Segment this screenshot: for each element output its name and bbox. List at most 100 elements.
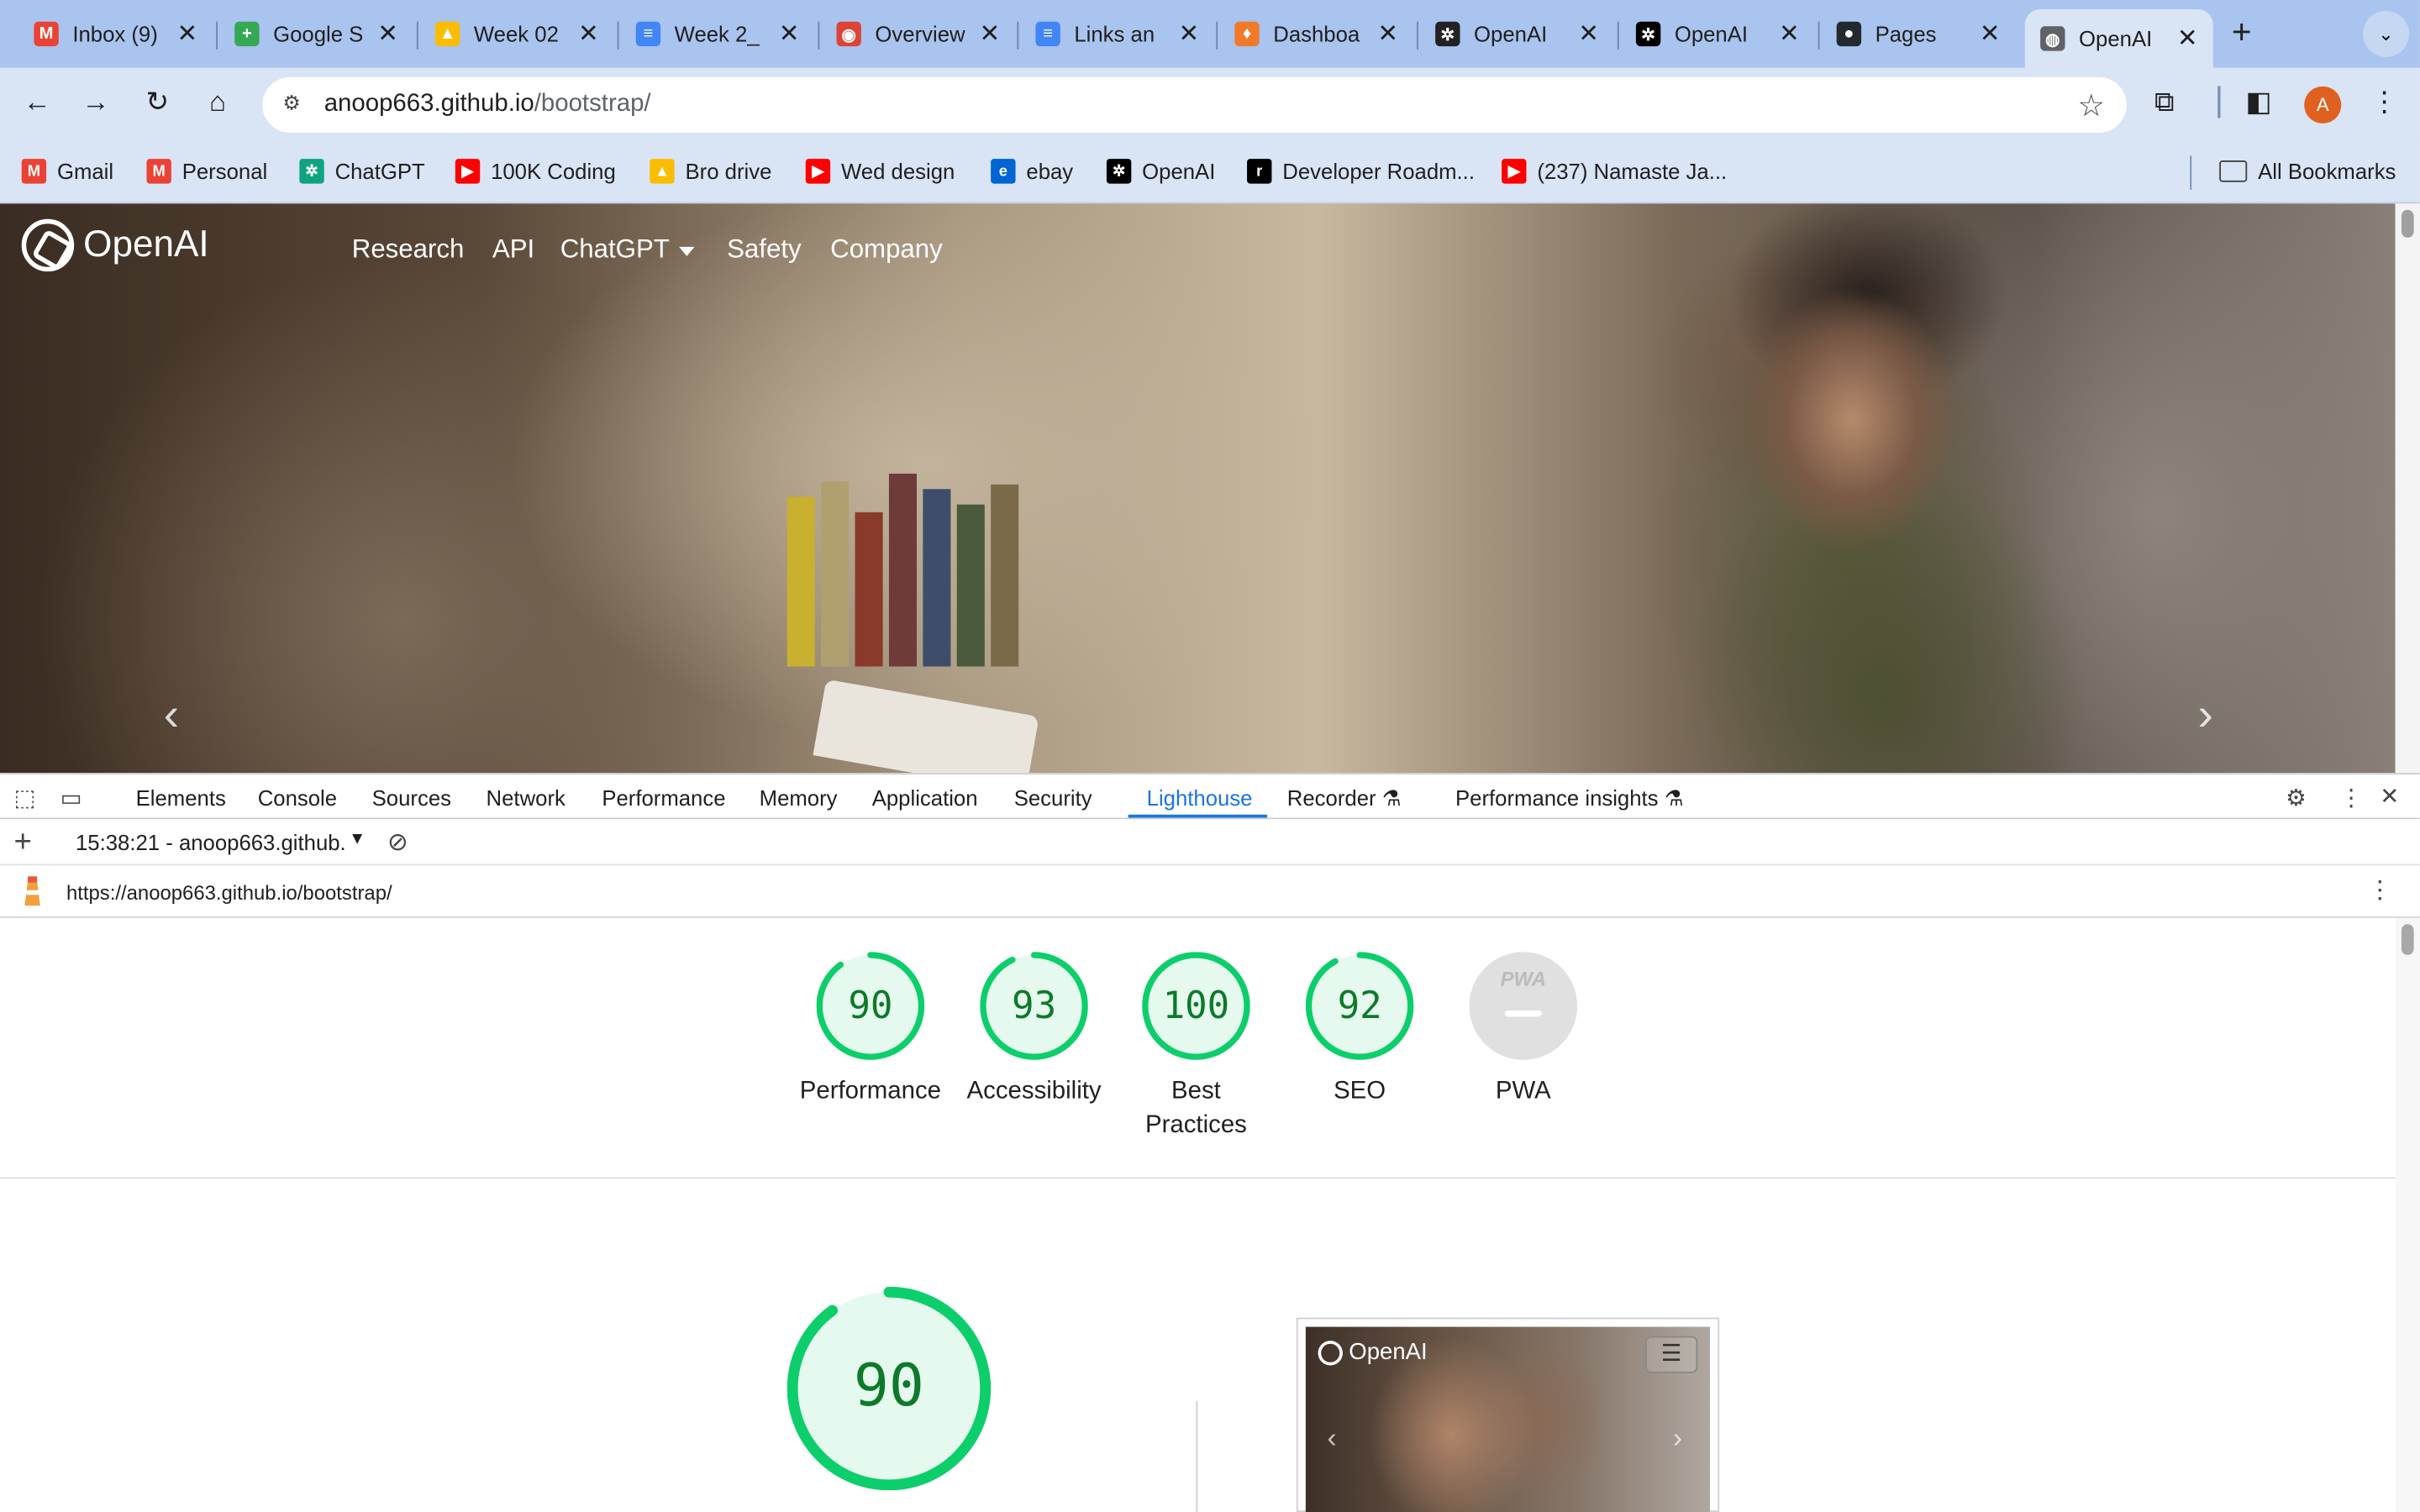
devtools-tab-performance-insights[interactable]: Performance insights ⚗ [1455,785,1684,811]
report-selector[interactable]: 15:38:21 - anoop663.github.io [76,830,345,854]
nav-api[interactable]: API [492,234,534,265]
new-report-plus-icon[interactable]: + [14,826,32,861]
forward-icon[interactable]: → [77,87,114,119]
tab-close-icon[interactable]: ✕ [779,18,800,50]
bookmark-item[interactable]: r Developer Roadm... [1247,159,1475,184]
browser-tab[interactable]: ✲ OpenAI ✕ [1621,9,1815,59]
tab-close-icon[interactable]: ✕ [1779,18,1800,50]
side-panel-icon[interactable]: ◧ [2245,87,2271,119]
devtools-more-icon[interactable]: ⋮ [2339,784,2363,811]
score-gauge-best-practices[interactable]: 100 Best Practices [1111,952,1281,1143]
browser-tab[interactable]: ◉ Overview ✕ [821,9,1015,59]
reload-icon[interactable]: ↻ [139,87,176,119]
bookmark-item[interactable]: ✲ OpenAI [1106,159,1215,184]
chevron-down-icon [678,245,695,256]
thumbnail-logo-text: OpenAI [1349,1339,1428,1366]
report-url-bar: https://anoop663.github.io/bootstrap/ ⋮ [0,865,2420,918]
devtools-scrollbar-thumb[interactable] [2401,924,2414,955]
home-icon[interactable]: ⌂ [199,87,236,119]
browser-tab[interactable]: + Google S ✕ [219,9,413,59]
browser-tab[interactable]: ✲ OpenAI ✕ [1420,9,1614,59]
tab-close-icon[interactable]: ✕ [1980,18,2001,50]
folder-icon [2219,160,2248,182]
profile-avatar[interactable]: A [2304,86,2342,123]
report-dropdown-icon[interactable]: ▼ [349,830,366,848]
score-label: Performance [799,1078,942,1105]
devtools-tab-security[interactable]: Security [1014,785,1092,810]
extensions-icon[interactable]: ⧉ [2154,87,2175,119]
bookmark-star-icon[interactable]: ☆ [2077,87,2105,125]
bookmark-item[interactable]: M Gmail [21,159,113,184]
page-screenshot-thumbnail[interactable]: OpenAI ☰ ‹ › [1296,1317,1720,1512]
page-scrollbar-thumb[interactable] [2401,209,2414,238]
devtools-tab-application[interactable]: Application [872,785,978,810]
tab-close-icon[interactable]: ✕ [980,18,1001,50]
tab-close-icon[interactable]: ✕ [377,18,398,50]
bookmark-label: Personal [182,159,268,184]
score-gauge-seo[interactable]: 92 SEO [1275,952,1444,1109]
report-menu-icon[interactable]: ⋮ [2367,874,2391,906]
tab-title: Inbox (9) [72,21,158,47]
tab-close-icon[interactable]: ✕ [2177,24,2198,55]
device-toolbar-icon[interactable]: ▭ [60,784,82,811]
devtools-scrollbar[interactable] [2395,917,2420,1512]
new-tab-button[interactable]: + [2232,13,2252,53]
devtools-tab-lighthouse[interactable]: Lighthouse [1147,785,1253,810]
clear-reports-icon[interactable]: ⊘ [387,827,408,858]
site-logo[interactable]: OpenAI [21,218,209,272]
devtools-tab-performance[interactable]: Performance [602,785,725,810]
menu-kebab-icon[interactable]: ⋮ [2370,87,2398,119]
browser-tab[interactable]: ◍ OpenAI ✕ [2024,9,2213,68]
bookmark-item[interactable]: ▶ 100K Coding [455,159,616,184]
devtools-tab-recorder[interactable]: Recorder ⚗ [1287,785,1402,811]
browser-tab[interactable]: ● Pages ✕ [1821,9,2015,59]
devtools-tab-console[interactable]: Console [258,785,337,810]
tab-close-icon[interactable]: ✕ [176,18,197,50]
score-gauge-pwa[interactable]: PWA PWA [1439,952,1608,1109]
bookmark-item[interactable]: e ebay [991,159,1073,184]
bookmark-item[interactable]: ✲ ChatGPT [299,159,425,184]
nav-chatgpt-dropdown[interactable]: ChatGPT [560,234,695,265]
devtools-tab-memory[interactable]: Memory [760,785,838,810]
back-icon[interactable]: ← [18,87,55,119]
page-scrollbar[interactable] [2395,203,2420,774]
tab-close-icon[interactable]: ✕ [1578,18,1599,50]
bookshelf [725,435,1127,667]
score-gauge-performance[interactable]: 90 Performance [786,952,955,1109]
settings-gear-icon[interactable]: ⚙ [2286,784,2307,811]
devtools-tab-elements[interactable]: Elements [136,785,226,810]
bookmark-item[interactable]: M Personal [146,159,268,184]
tab-separator [818,21,820,50]
carousel-prev-icon[interactable]: ‹ [164,690,179,742]
tab-close-icon[interactable]: ✕ [1377,18,1398,50]
bookmark-item[interactable]: ▶ (237) Namaste Ja... [1502,159,1728,184]
address-bar[interactable]: ⚙ anoop663.github.io/bootstrap/ ☆ [262,76,2127,133]
nav-company[interactable]: Company [830,234,943,265]
browser-tab[interactable]: ♦ Dashboa ✕ [1219,9,1413,59]
browser-tab[interactable]: ▲ Week 02 ✕ [420,9,614,59]
carousel-next-icon[interactable]: › [2197,690,2212,742]
score-gauge-accessibility[interactable]: 93 Accessibility [950,952,1119,1109]
nav-research[interactable]: Research [352,234,465,265]
devtools-tab-sources[interactable]: Sources [372,785,451,810]
all-bookmarks-button[interactable]: All Bookmarks [2219,159,2396,184]
devtools-tab-network[interactable]: Network [487,785,566,810]
inspect-element-icon[interactable]: ⬚ [14,784,36,811]
tab-close-icon[interactable]: ✕ [578,18,599,50]
url-text[interactable]: anoop663.github.io/bootstrap/ [324,91,651,118]
bookmark-item[interactable]: ▶ Wed design [805,159,955,184]
thumbnail-image: OpenAI ☰ ‹ › [1305,1326,1711,1512]
browser-tab[interactable]: ≡ Week 2_ ✕ [620,9,814,59]
globe-icon: ◍ [2040,26,2065,51]
devtools-close-icon[interactable]: ✕ [2380,782,2399,810]
devtools-tabbar: ⬚ ▭ Elements Console Sources Network Per… [0,773,2420,820]
browser-tab[interactable]: M Inbox (9) ✕ [18,9,213,59]
nav-safety[interactable]: Safety [727,234,802,265]
bookmark-label: (237) Namaste Ja... [1537,159,1728,184]
site-info-icon[interactable]: ⚙ [278,91,306,118]
tab-search-button[interactable]: ⌄ [2362,10,2410,57]
tab-close-icon[interactable]: ✕ [1178,18,1199,50]
browser-tab[interactable]: ≡ Links an ✕ [1020,9,1214,59]
bookmark-item[interactable]: ▲ Bro drive [650,159,771,184]
person-reading [1605,203,2115,774]
